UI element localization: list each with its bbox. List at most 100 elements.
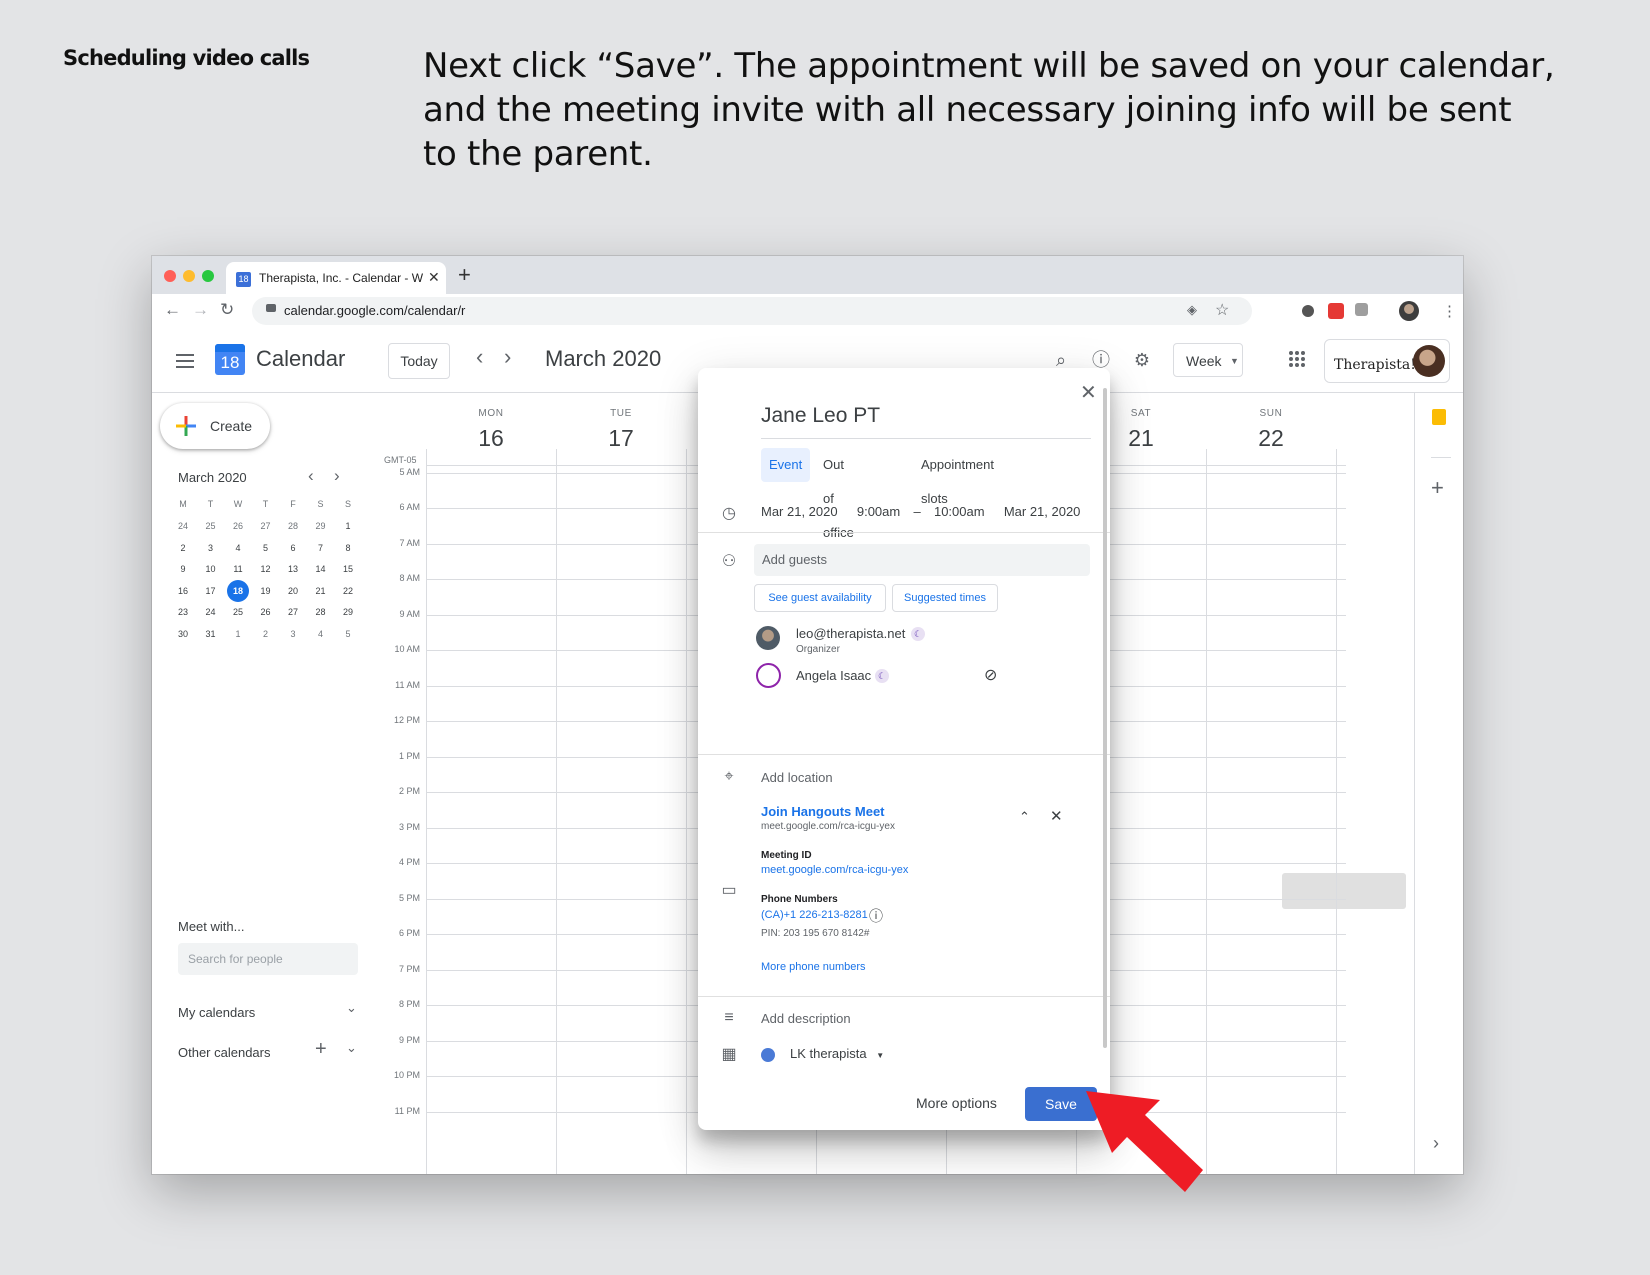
remove-conference-icon[interactable]: ✕ [1050,807,1063,825]
forward-icon[interactable]: → [192,300,209,320]
phone-help-icon[interactable]: ⓘ [869,906,883,926]
chevron-down-icon[interactable]: ⌄ [346,1040,357,1056]
address-bar[interactable]: calendar.google.com/calendar/r ◈ ☆ [252,297,1252,325]
end-date[interactable]: Mar 21, 2020 [1004,504,1081,519]
more-phone-numbers-link[interactable]: More phone numbers [761,961,866,973]
mini-day[interactable]: 6 [279,537,307,559]
close-dialog-icon[interactable]: ✕ [1080,380,1097,405]
view-select[interactable]: Week ▼ [1173,343,1243,377]
tab-out-of-office[interactable]: Out of office [815,448,862,540]
mini-day[interactable]: 1 [334,515,362,537]
eye-icon[interactable]: ◈ [1187,302,1197,318]
mini-day[interactable]: 16 [169,580,197,602]
mini-day[interactable]: 8 [334,537,362,559]
mini-day[interactable]: 27 [252,515,280,537]
maximize-window-button[interactable] [202,270,214,282]
mini-day[interactable]: 12 [252,558,280,580]
collapse-chevron-up-icon[interactable]: ⌃ [1019,809,1030,825]
add-location-input[interactable]: Add location [761,770,833,785]
dialog-scrollbar[interactable] [1103,388,1107,1048]
start-time[interactable]: 9:00am [857,504,900,519]
mini-day[interactable]: 7 [307,537,335,559]
extension-icon[interactable] [1302,305,1314,317]
next-period-icon[interactable]: › [504,344,511,370]
get-addons-plus-icon[interactable]: + [1431,475,1444,501]
mini-day-selected[interactable]: 18 [224,579,252,602]
mini-day[interactable]: 30 [169,623,197,645]
mini-day[interactable]: 3 [279,623,307,645]
mini-day[interactable]: 26 [252,601,280,623]
star-icon[interactable]: ☆ [1215,300,1229,320]
other-calendars-toggle[interactable]: Other calendars [178,1045,271,1060]
add-calendar-plus-icon[interactable]: + [315,1038,327,1061]
search-people-input[interactable]: Search for people [178,943,358,975]
tab-appointment-slots[interactable]: Appointment slots [913,448,1002,506]
today-button[interactable]: Today [388,343,450,379]
back-icon[interactable]: ← [164,300,181,320]
mini-day[interactable]: 20 [279,580,307,602]
suggested-times-button[interactable]: Suggested times [892,584,998,612]
mini-day[interactable]: 4 [307,623,335,645]
settings-gear-icon[interactable]: ⚙ [1130,348,1154,372]
mini-day[interactable]: 27 [279,601,307,623]
mini-day[interactable]: 23 [169,601,197,623]
profile-avatar[interactable] [1399,301,1419,321]
browser-tab[interactable]: 18 Therapista, Inc. - Calendar - Week ✕ [226,262,446,294]
hidden-eye-icon[interactable]: ⊘ [984,665,997,685]
chevron-down-icon[interactable]: ⌄ [346,1000,357,1016]
close-window-button[interactable] [164,270,176,282]
mini-day[interactable]: 9 [169,558,197,580]
phone-number-link[interactable]: (CA)+1 226-213-8281 [761,909,868,921]
draft-event-block[interactable] [1282,873,1406,909]
event-title-input[interactable]: Jane Leo PT [761,404,1091,439]
mini-day[interactable]: 3 [197,537,225,559]
calendar-select[interactable]: LK therapista ▼ [790,1046,884,1061]
mini-day[interactable]: 24 [197,601,225,623]
mini-day[interactable]: 17 [197,580,225,602]
mini-day[interactable]: 19 [252,580,280,602]
day-column-header[interactable]: SUN 22 [1206,393,1336,452]
tab-event[interactable]: Event [761,448,811,482]
apps-grid-icon[interactable] [1289,351,1305,367]
mini-day[interactable]: 29 [334,601,362,623]
expand-panel-chevron-icon[interactable]: › [1433,1133,1439,1154]
mini-day[interactable]: 25 [197,515,225,537]
mini-day[interactable]: 21 [307,580,335,602]
mini-day[interactable]: 24 [169,515,197,537]
mini-day[interactable]: 11 [224,558,252,580]
close-tab-icon[interactable]: ✕ [428,269,440,286]
menu-dots-icon[interactable]: ⋮ [1442,302,1457,320]
mini-day[interactable]: 13 [279,558,307,580]
account-brand-badge[interactable]: Therapista! [1324,339,1450,383]
join-hangouts-link[interactable]: Join Hangouts Meet [761,804,885,819]
extension-icon[interactable] [1355,303,1368,316]
mini-day[interactable]: 5 [334,623,362,645]
keep-notes-icon[interactable] [1432,409,1446,425]
mini-day[interactable]: 2 [252,623,280,645]
end-time[interactable]: 10:00am [934,504,985,519]
mini-day[interactable]: 1 [224,623,252,645]
mini-day[interactable]: 2 [169,537,197,559]
start-date[interactable]: Mar 21, 2020 [761,504,838,519]
mini-day[interactable]: 14 [307,558,335,580]
mini-day[interactable]: 5 [252,537,280,559]
mini-next-month-icon[interactable]: › [334,466,340,486]
my-calendars-toggle[interactable]: My calendars [178,1005,255,1020]
add-guests-input[interactable]: Add guests [754,544,1090,576]
previous-period-icon[interactable]: ‹ [476,344,483,370]
mini-day[interactable]: 29 [307,515,335,537]
day-column-header[interactable]: MON 16 [426,393,556,452]
reload-icon[interactable]: ↻ [220,300,234,320]
mini-day[interactable]: 4 [224,537,252,559]
day-column-header[interactable]: TUE 17 [556,393,686,452]
extension-icon[interactable] [1328,303,1344,319]
more-options-button[interactable]: More options [916,1095,997,1111]
mini-prev-month-icon[interactable]: ‹ [308,466,314,486]
mini-day[interactable]: 25 [224,601,252,623]
main-menu-icon[interactable] [176,354,194,372]
mini-day[interactable]: 28 [307,601,335,623]
add-description-input[interactable]: Add description [761,1011,851,1026]
minimize-window-button[interactable] [183,270,195,282]
mini-day[interactable]: 10 [197,558,225,580]
mini-day[interactable]: 31 [197,623,225,645]
